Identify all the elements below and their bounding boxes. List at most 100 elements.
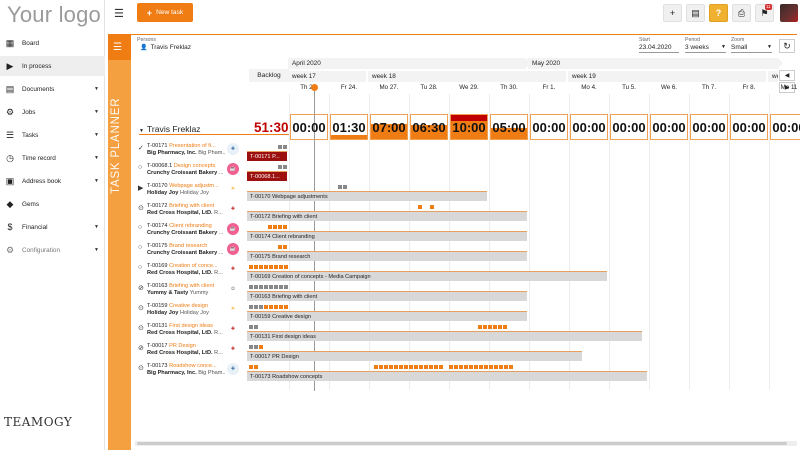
task-title[interactable]: T-00171 Presentation of fi... <box>147 143 225 149</box>
task-status-icon[interactable]: ⊘ <box>138 344 144 352</box>
scheduled-block[interactable] <box>484 365 488 369</box>
task-row[interactable]: ○ T-00068.1 Design concepts Crunchy Croiss… <box>135 162 797 182</box>
scheduled-block[interactable] <box>259 265 263 269</box>
task-status-icon[interactable]: ○ <box>138 224 142 231</box>
scheduled-block[interactable] <box>434 365 438 369</box>
scheduled-block[interactable] <box>279 285 283 289</box>
scheduled-block[interactable] <box>509 365 513 369</box>
zoom-select[interactable]: Small ▼ <box>731 44 772 53</box>
scheduled-block[interactable] <box>494 365 498 369</box>
scheduled-block[interactable] <box>254 365 258 369</box>
task-title[interactable]: T-00174 Client rebranding <box>147 223 225 229</box>
scheduled-block[interactable] <box>254 265 258 269</box>
scheduled-block[interactable] <box>249 265 253 269</box>
scheduled-block[interactable] <box>269 285 273 289</box>
scheduled-block[interactable] <box>454 365 458 369</box>
backlog-button[interactable]: Backlog <box>249 69 289 82</box>
scheduled-block[interactable] <box>414 365 418 369</box>
task-bar[interactable]: T-00068.1... <box>247 171 287 181</box>
sidebar-item-financial[interactable]: $ Financial ▼ <box>0 217 105 237</box>
scheduled-block[interactable] <box>479 365 483 369</box>
task-bar[interactable]: T-00173 Roadshow concepts <box>247 371 647 381</box>
task-bar[interactable]: T-00163 Briefing with client <box>247 291 527 301</box>
scheduled-block[interactable] <box>283 165 287 169</box>
scheduled-block[interactable] <box>489 365 493 369</box>
add-button[interactable]: + <box>663 4 682 22</box>
help-button[interactable]: ? <box>709 4 728 22</box>
scheduled-block[interactable] <box>278 165 282 169</box>
task-title[interactable]: T-00172 Briefing with client <box>147 203 225 209</box>
persons-selector[interactable]: 👤 Travis Freklaz <box>140 44 191 51</box>
scheduled-block[interactable] <box>338 185 342 189</box>
scheduled-block[interactable] <box>343 185 347 189</box>
scheduled-block[interactable] <box>259 305 263 309</box>
scheduled-block[interactable] <box>254 305 258 309</box>
scheduled-block[interactable] <box>418 205 422 209</box>
scheduled-block[interactable] <box>478 325 482 329</box>
sidebar-item-tasks[interactable]: ☰ Tasks ▼ <box>0 125 105 145</box>
scheduled-block[interactable] <box>503 325 507 329</box>
scheduled-block[interactable] <box>264 265 268 269</box>
scheduled-block[interactable] <box>284 305 288 309</box>
sidebar-item-address-book[interactable]: ▣ Address book ▼ <box>0 171 105 191</box>
task-status-icon[interactable]: ⊙ <box>138 324 144 332</box>
scheduled-block[interactable] <box>424 365 428 369</box>
sidebar-item-jobs[interactable]: ⚙ Jobs ▼ <box>0 102 105 122</box>
scheduled-block[interactable] <box>249 345 253 349</box>
scheduled-block[interactable] <box>273 225 277 229</box>
scheduled-block[interactable] <box>429 365 433 369</box>
task-title[interactable]: T-00017 PR Design <box>147 343 225 349</box>
task-bar[interactable]: T-00175 Brand research <box>247 251 527 261</box>
scheduled-block[interactable] <box>499 365 503 369</box>
task-title[interactable]: T-00170 Webpage adjustm... <box>147 183 225 189</box>
planner-menu-button[interactable]: ☰ <box>108 34 131 60</box>
scroll-left-button[interactable]: ◀ <box>779 70 795 81</box>
task-title[interactable]: T-00163 Briefing with client <box>147 283 225 289</box>
scheduled-block[interactable] <box>278 145 282 149</box>
scheduled-block[interactable] <box>279 265 283 269</box>
task-status-icon[interactable]: ✓ <box>138 144 144 152</box>
scheduled-block[interactable] <box>439 365 443 369</box>
scrollbar-thumb[interactable] <box>137 442 787 445</box>
scheduled-block[interactable] <box>374 365 378 369</box>
scheduled-block[interactable] <box>464 365 468 369</box>
task-title[interactable]: T-00068.1 Design concepts <box>147 163 225 169</box>
scheduled-block[interactable] <box>254 285 258 289</box>
task-bar[interactable]: T-00169 Creation of concepts - Media Cam… <box>247 271 607 281</box>
scheduled-block[interactable] <box>399 365 403 369</box>
scheduled-block[interactable] <box>283 245 287 249</box>
scheduled-block[interactable] <box>254 325 258 329</box>
task-bar[interactable]: T-00172 Briefing with client <box>247 211 527 221</box>
task-row[interactable]: ✓ T-00171 Presentation of fi... Big Pharma… <box>135 142 797 162</box>
scheduled-block[interactable] <box>268 225 272 229</box>
task-bar[interactable]: T-00159 Creative design <box>247 311 527 321</box>
scheduled-block[interactable] <box>404 365 408 369</box>
sidebar-item-time-record[interactable]: ◷ Time record ▼ <box>0 148 105 168</box>
scheduled-block[interactable] <box>488 325 492 329</box>
scheduled-block[interactable] <box>449 365 453 369</box>
hamburger-menu-icon[interactable]: ☰ <box>114 7 124 20</box>
scheduled-block[interactable] <box>249 365 253 369</box>
task-bar[interactable]: T-00017 PR Design <box>247 351 582 361</box>
task-title[interactable]: T-00173 Roadshow conce... <box>147 363 225 369</box>
sidebar-item-configuration[interactable]: ⚙ Configuration ▼ <box>0 240 105 260</box>
scheduled-block[interactable] <box>284 265 288 269</box>
scheduled-block[interactable] <box>504 365 508 369</box>
task-status-icon[interactable]: ▶ <box>138 184 143 192</box>
scheduled-block[interactable] <box>264 305 268 309</box>
task-bar[interactable]: T-00171 P... <box>247 151 287 161</box>
scheduled-block[interactable] <box>269 265 273 269</box>
scheduled-block[interactable] <box>259 285 263 289</box>
start-date-input[interactable]: 23.04.2020 <box>639 44 679 53</box>
task-title[interactable]: T-00159 Creative design <box>147 303 225 309</box>
new-task-button[interactable]: + New task <box>137 3 193 22</box>
scheduled-block[interactable] <box>430 205 434 209</box>
task-status-icon[interactable]: ⊙ <box>138 364 144 372</box>
person-name[interactable]: ▼ Travis Freklaz <box>139 124 201 134</box>
task-bar[interactable]: T-00131 First design ideas <box>247 331 642 341</box>
scheduled-block[interactable] <box>394 365 398 369</box>
sidebar-item-gems[interactable]: ◆ Gems <box>0 194 105 214</box>
scheduled-block[interactable] <box>284 285 288 289</box>
scheduled-block[interactable] <box>379 365 383 369</box>
notes-button[interactable]: ▤ <box>686 4 705 22</box>
